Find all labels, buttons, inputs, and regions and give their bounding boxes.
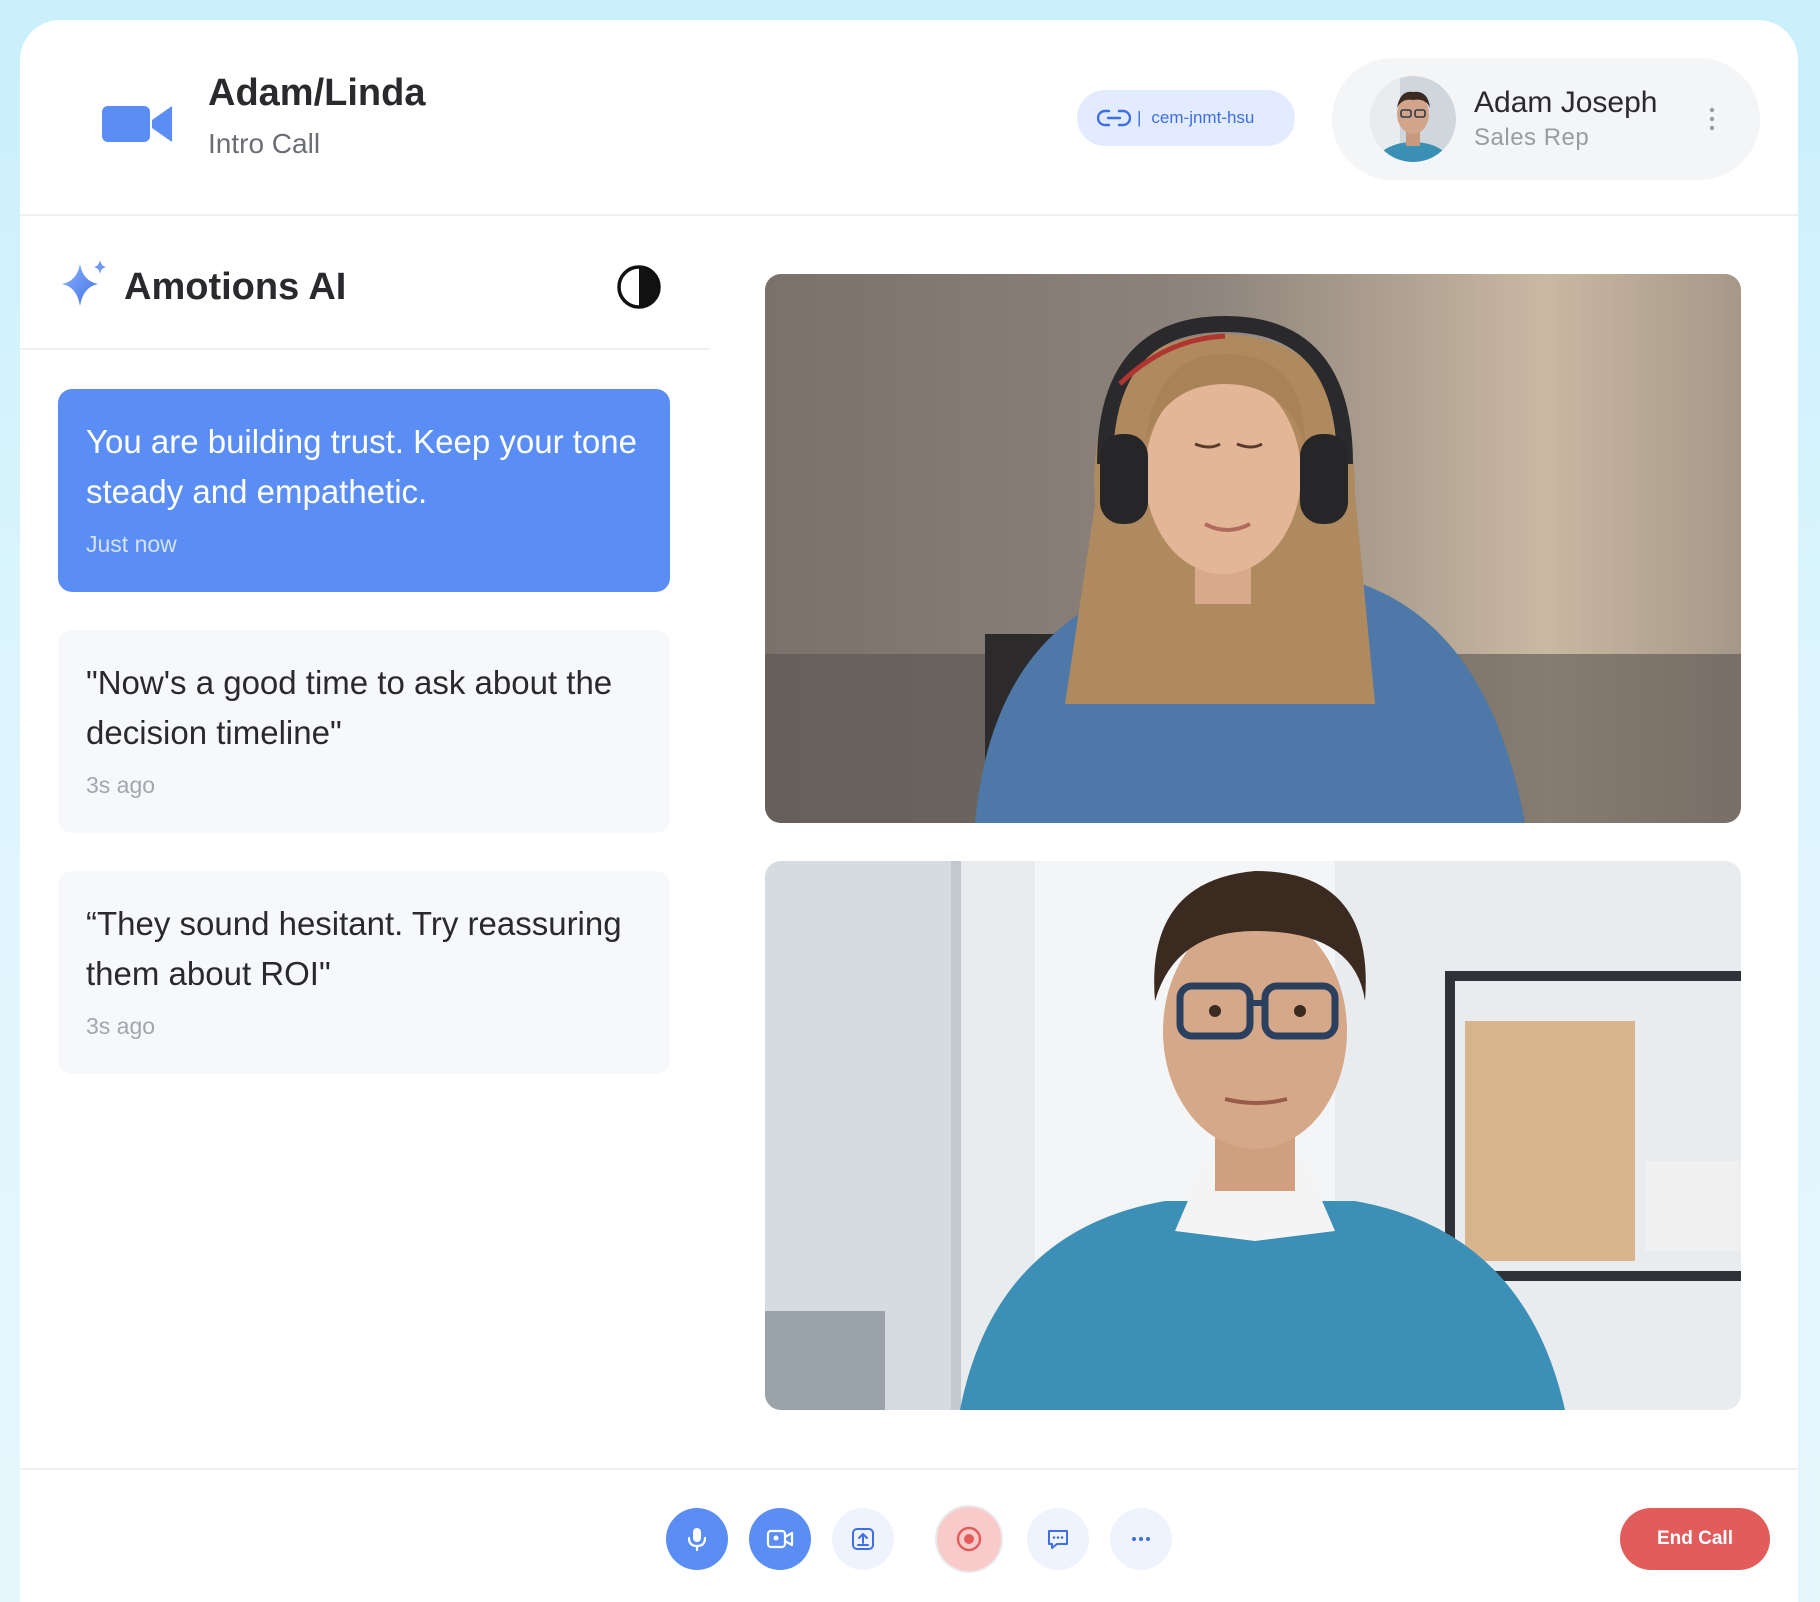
camera-button[interactable] [749,1508,811,1570]
ai-panel-title: Amotions AI [124,266,347,308]
controls-divider [20,1468,1798,1470]
user-name: Adam Joseph [1474,86,1658,119]
meeting-code: cem-jnmt-hsu [1151,108,1255,127]
camera-icon [766,1529,794,1549]
microphone-button[interactable] [666,1508,728,1570]
sparkle-icon [62,260,106,306]
suggestion-text: "Now's a good time to ask about the deci… [86,664,613,751]
link-separator: | [1137,108,1142,127]
contrast-icon[interactable] [616,264,662,310]
avatar [1370,76,1456,162]
share-screen-button[interactable] [832,1508,894,1570]
suggestion-time: 3s ago [86,1013,156,1039]
microphone-icon [687,1528,707,1552]
participant-video-tile[interactable] [765,861,1741,1410]
more-options-button[interactable] [1110,1508,1172,1570]
kebab-menu-icon[interactable] [1702,104,1722,134]
suggestion-text: You are building trust. Keep your tone s… [86,423,637,510]
suggestion-text: “They sound hesitant. Try reassuring the… [86,905,622,992]
participant-video-woman [765,274,1741,823]
call-window: Adam/Linda Intro Call | cem-jnmt-hsu Ada… [20,20,1798,1602]
suggestion-card[interactable]: You are building trust. Keep your tone s… [58,389,670,592]
participant-video-tile[interactable] [765,274,1741,823]
suggestion-time: 3s ago [86,772,156,798]
video-camera-icon [102,106,172,142]
ai-panel-header: Amotions AI [20,216,710,350]
suggestion-card[interactable]: "Now's a good time to ask about the deci… [58,630,670,833]
more-icon [1132,1537,1150,1541]
call-title: Adam/Linda [208,72,426,114]
participant-video-man [765,861,1741,1410]
user-role: Sales Rep [1474,124,1590,151]
share-screen-icon [852,1528,874,1550]
user-profile-card: Adam Joseph Sales Rep [1332,58,1760,180]
suggestion-card[interactable]: “They sound hesitant. Try reassuring the… [58,871,670,1074]
record-icon [956,1526,982,1552]
suggestion-time: Just now [86,531,177,557]
call-subtitle: Intro Call [208,128,321,159]
record-button[interactable] [935,1505,1003,1573]
chat-icon [1048,1530,1068,1549]
call-header: Adam/Linda Intro Call | cem-jnmt-hsu Ada… [20,20,1798,216]
end-call-button[interactable]: End Call [1620,1508,1770,1570]
chat-button[interactable] [1027,1508,1089,1570]
link-icon [1097,109,1131,127]
meeting-link-button[interactable]: | cem-jnmt-hsu [1077,90,1295,146]
